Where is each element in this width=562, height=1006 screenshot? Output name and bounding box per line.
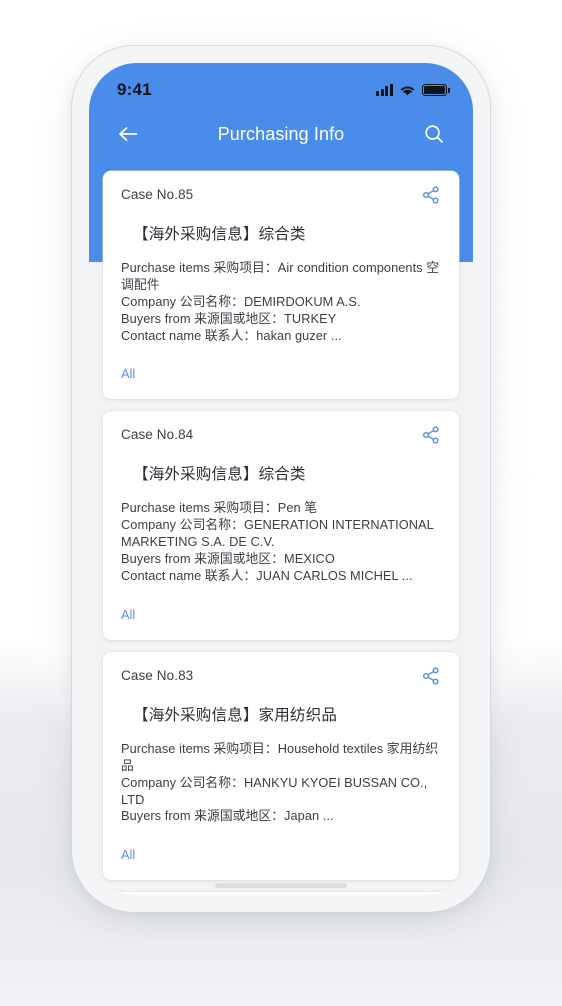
body-line: Company 公司名称：DEMIRDOKUM A.S. — [121, 293, 361, 309]
body-line: Company 公司名称：GENERATION INTERNATIONAL MA… — [121, 517, 434, 550]
body-line: Purchase items 采购项目：Household textiles 家… — [121, 740, 439, 773]
body-line: Buyers from 来源国或地区：MEXICO — [121, 551, 335, 567]
phone-screen-bezel: 9:41 Purchasing Info Case No.85 【海外采购信息】… — [89, 63, 473, 895]
case-title: 【海外采购信息】综合类 — [133, 466, 306, 484]
list-gap — [103, 640, 459, 652]
case-number: Case No.84 — [121, 427, 194, 443]
body-line: Company 公司名称：HANKYU KYOEI BUSSAN CO., LT… — [121, 774, 428, 807]
phone-frame: 9:41 Purchasing Info Case No.85 【海外采购信息】… — [72, 46, 490, 912]
body-line: Purchase items 采购项目：Air condition compon… — [121, 260, 440, 292]
case-body: Purchase items 采购项目：Air condition compon… — [121, 260, 441, 344]
case-title: 【海外采购信息】家用纺织品 — [133, 706, 338, 724]
body-line: Contact name 联系人：hakan guzer ... — [121, 327, 342, 343]
case-number: Case No.85 — [121, 187, 194, 202]
case-title: 【海外采购信息】综合类 — [133, 226, 306, 243]
list-gap — [103, 399, 459, 411]
all-link[interactable]: All — [121, 847, 135, 862]
share-icon[interactable] — [421, 185, 443, 207]
case-body: Purchase items 采购项目：Pen 笔 Company 公司名称：G… — [121, 500, 441, 584]
list-item[interactable]: Case No.85 【海外采购信息】综合类 Purchase items 采购… — [103, 171, 459, 400]
list-item[interactable]: Case No.84 【海外采购信息】综合类 Purchase items 采购… — [103, 411, 459, 640]
list-item[interactable] — [103, 892, 459, 895]
app-screen: 9:41 Purchasing Info Case No.85 【海外采购信息】… — [89, 63, 473, 895]
share-icon[interactable] — [421, 425, 443, 447]
purchasing-info-list[interactable]: Case No.85 【海外采购信息】综合类 Purchase items 采购… — [89, 63, 473, 895]
all-link[interactable]: All — [121, 366, 135, 381]
case-body: Purchase items 采购项目：Household textiles 家… — [121, 741, 441, 825]
body-line: Buyers from 来源国或地区：Japan ... — [121, 808, 334, 824]
body-line: Buyers from 来源国或地区：TURKEY — [121, 310, 337, 326]
home-indicator-bar[interactable] — [215, 883, 347, 888]
all-link[interactable]: All — [121, 607, 135, 622]
body-line: Contact name 联系人：JUAN CARLOS MICHEL ... — [121, 568, 413, 584]
body-line: Purchase items 采购项目：Pen 笔 — [121, 500, 318, 516]
case-number: Case No.83 — [121, 667, 194, 683]
share-icon[interactable] — [421, 666, 443, 688]
list-item[interactable]: Case No.83 【海外采购信息】家用纺织品 Purchase items … — [103, 651, 459, 881]
